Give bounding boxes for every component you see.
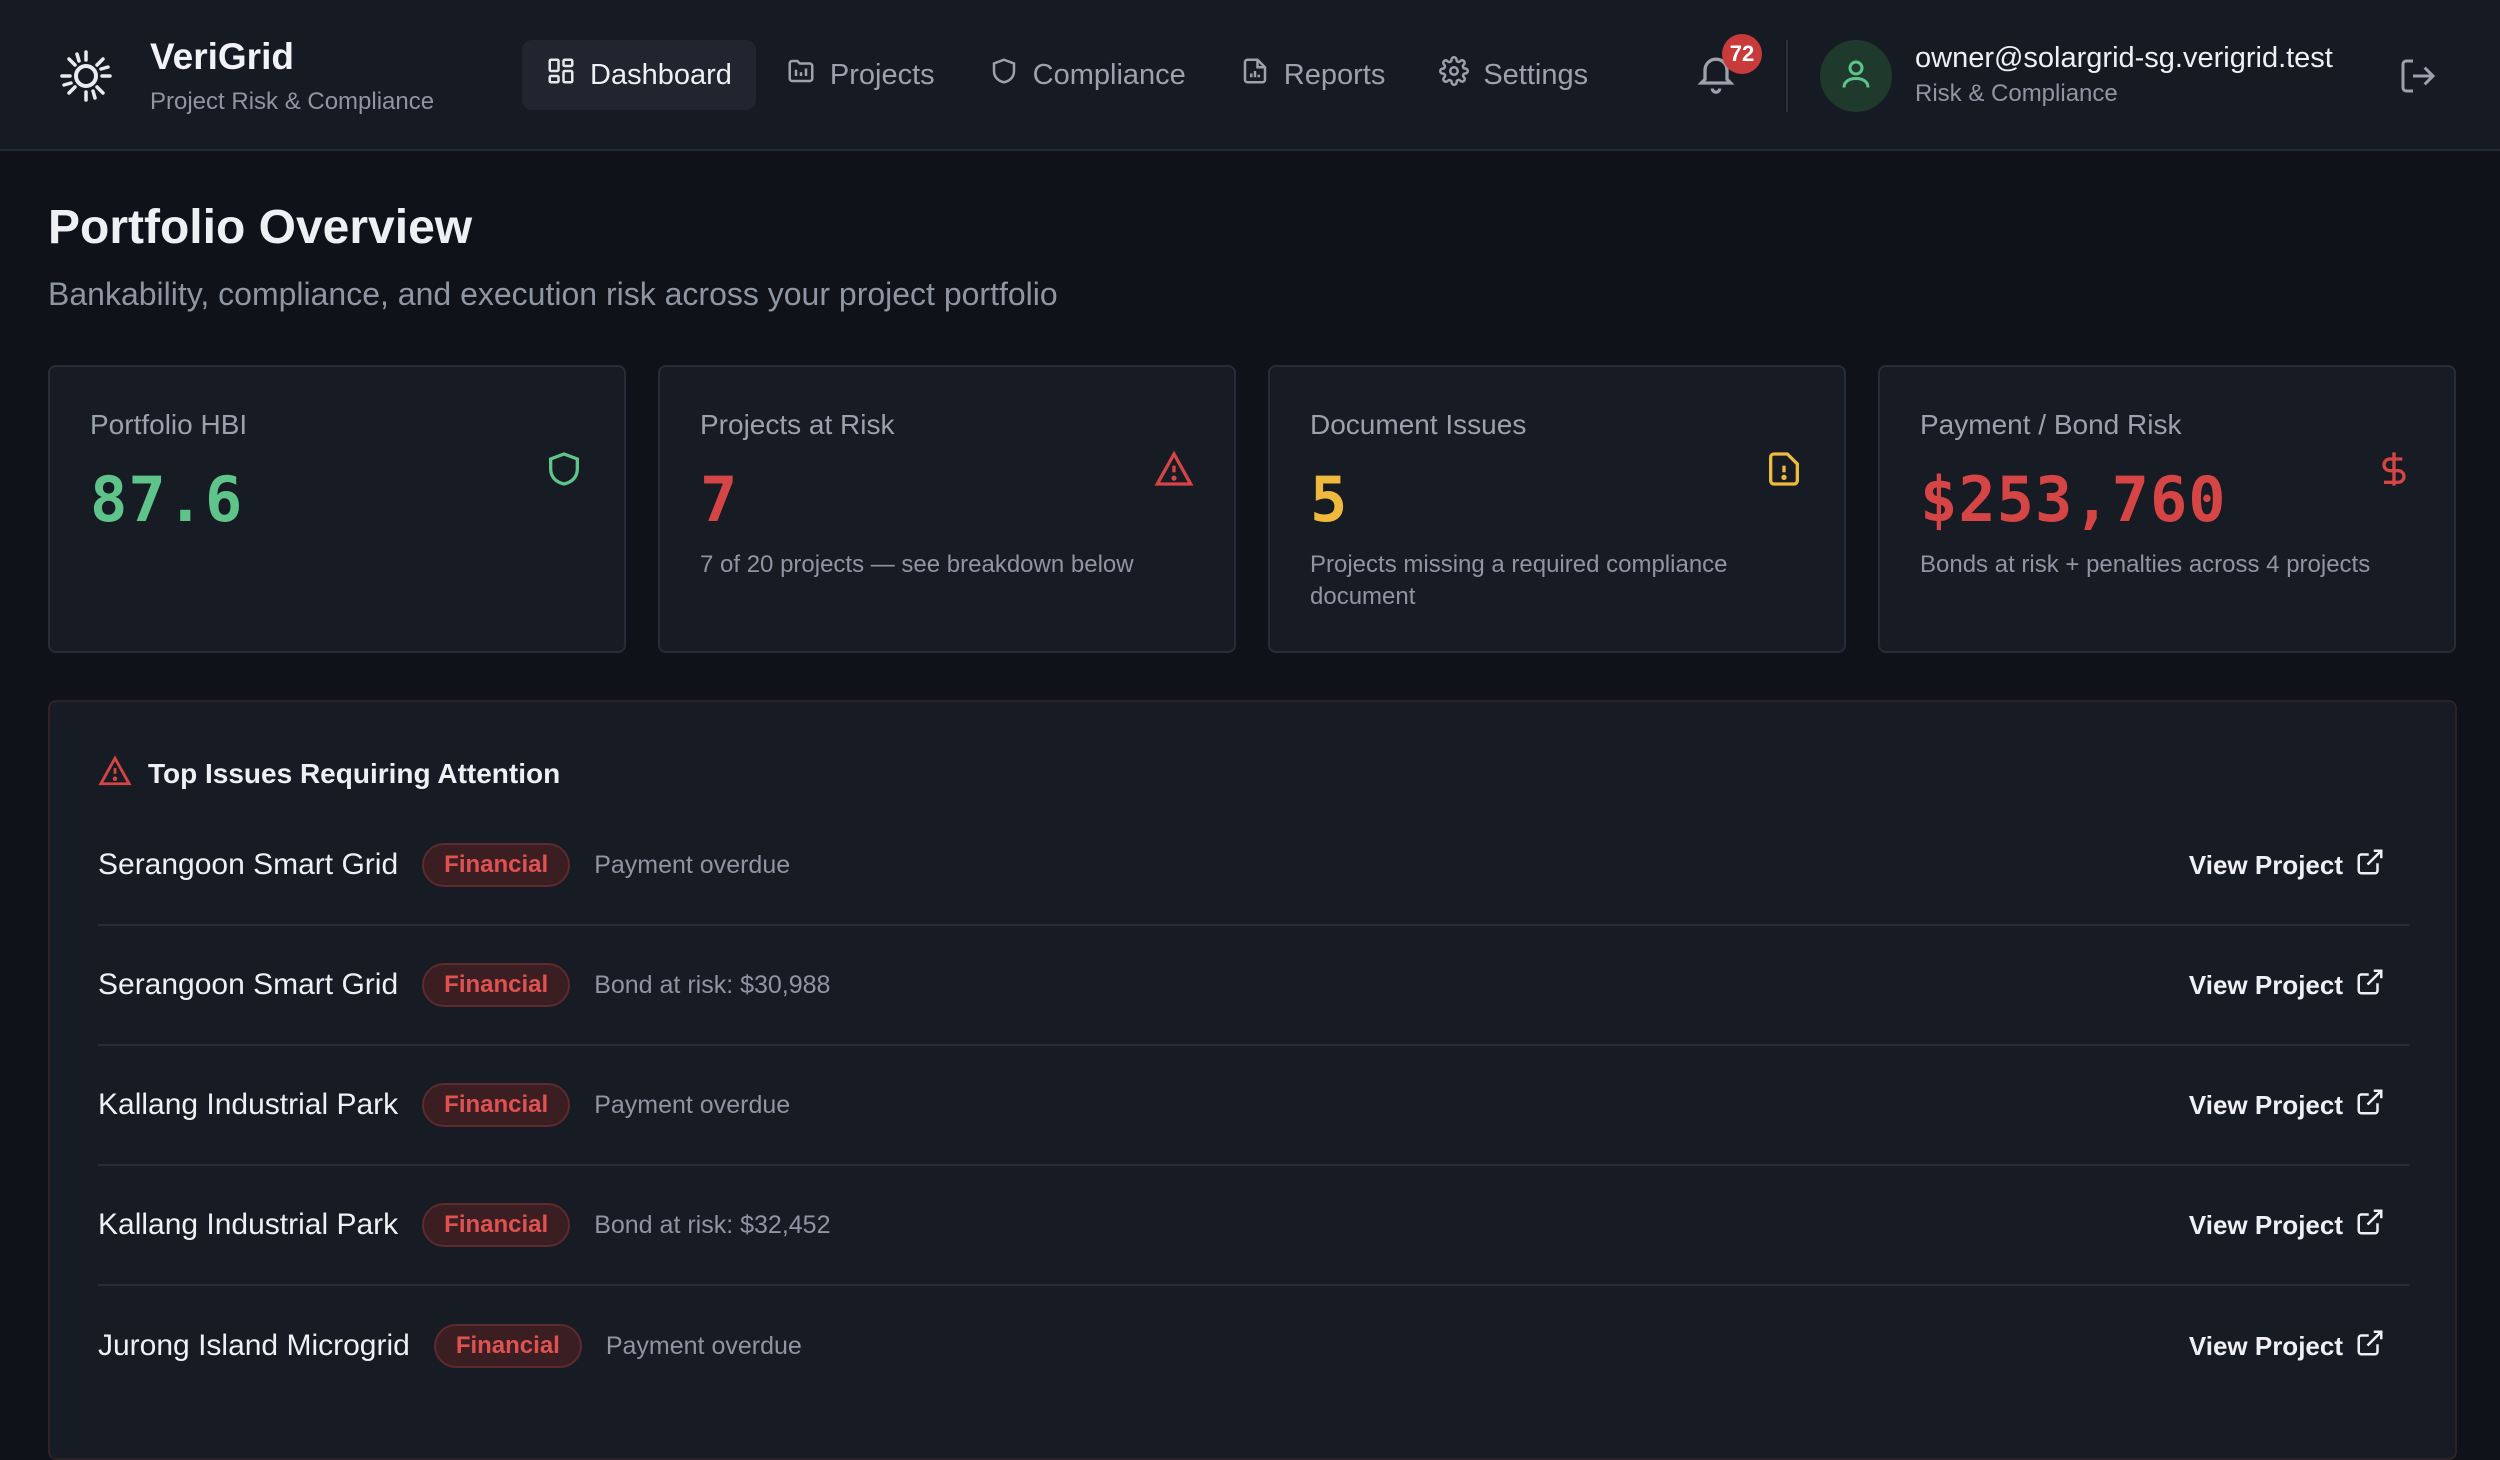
page-title: Portfolio Overview <box>48 201 473 254</box>
file-alert-icon <box>1764 449 1804 489</box>
card-note: Bonds at risk + penalties across 4 proje… <box>1920 551 2371 578</box>
issue-project-name: Serangoon Smart Grid <box>98 848 399 881</box>
main-nav: Dashboard Projects Compliance Reports Se… <box>522 40 1612 110</box>
file-chart-icon <box>1240 56 1270 94</box>
issue-row: Kallang Industrial Park Financial Payment … <box>98 1046 2409 1166</box>
notification-count-badge: 72 <box>1722 34 1762 74</box>
issues-title: Top Issues Requiring Attention <box>148 757 561 789</box>
warning-triangle-icon <box>98 754 132 793</box>
issue-row: Serangoon Smart Grid Financial Bond at ris… <box>98 926 2409 1046</box>
notifications-button[interactable]: 72 <box>1694 34 1762 100</box>
issue-description: Payment overdue <box>594 1090 791 1119</box>
dollar-icon <box>2374 449 2414 489</box>
card-portfolio-hbi: Portfolio HBI 87.6 <box>48 365 626 653</box>
card-note: 7 of 20 projects — see breakdown below <box>700 551 1134 578</box>
issues-header: Top Issues Requiring Attention <box>98 754 560 793</box>
view-project-link[interactable]: View Project <box>2189 1207 2385 1244</box>
view-project-label: View Project <box>2188 849 2343 880</box>
nav-settings[interactable]: Settings <box>1415 40 1612 110</box>
shield-icon <box>544 449 584 489</box>
gear-icon <box>1439 56 1470 94</box>
nav-settings-label: Settings <box>1483 58 1589 91</box>
issue-description: Bond at risk: $32,452 <box>594 1210 831 1239</box>
issue-project-name: Kallang Industrial Park <box>98 1208 399 1241</box>
view-project-label: View Project <box>2188 969 2343 1000</box>
issue-row: Jurong Island Microgrid Financial Payment … <box>98 1286 2409 1406</box>
brand-name[interactable]: VeriGrid <box>150 36 294 78</box>
nav-compliance-label: Compliance <box>1032 58 1186 91</box>
issue-row: Kallang Industrial Park Financial Bond at … <box>98 1166 2409 1286</box>
brand-tagline: Project Risk & Compliance <box>150 88 435 115</box>
nav-compliance[interactable]: Compliance <box>965 40 1210 110</box>
issue-description: Payment overdue <box>594 850 791 879</box>
card-label: Projects at Risk <box>700 409 895 440</box>
bell-icon <box>1694 57 1738 98</box>
logout-button[interactable] <box>2398 56 2442 100</box>
card-document-issues: Document Issues 5 Projects missing a req… <box>1268 365 1846 653</box>
issue-category-badge: Financial <box>433 1324 582 1368</box>
sun-logo-icon[interactable] <box>58 48 114 104</box>
avatar[interactable] <box>1820 40 1892 112</box>
issue-category-badge: Financial <box>422 843 571 887</box>
nav-dashboard[interactable]: Dashboard <box>522 40 756 110</box>
shield-icon <box>989 56 1019 94</box>
top-bar: VeriGrid Project Risk & Compliance Dashb… <box>0 0 2500 151</box>
view-project-link[interactable]: View Project <box>2189 847 2385 884</box>
nav-reports[interactable]: Reports <box>1216 40 1410 110</box>
issue-category-badge: Financial <box>422 1083 571 1127</box>
issue-category-badge: Financial <box>422 1203 571 1247</box>
grid-icon <box>546 56 576 94</box>
nav-projects[interactable]: Projects <box>762 40 959 110</box>
page-subtitle: Bankability, compliance, and execution r… <box>48 276 1058 312</box>
card-payment-bond-risk: Payment / Bond Risk $253,760 Bonds at ri… <box>1878 365 2456 653</box>
top-issues-panel: Top Issues Requiring Attention Serangoon… <box>48 700 2457 1460</box>
external-link-icon <box>2355 1207 2385 1244</box>
view-project-label: View Project <box>2188 1089 2343 1120</box>
card-value: 87.6 <box>90 463 244 536</box>
issue-category-badge: Financial <box>422 963 571 1007</box>
view-project-link[interactable]: View Project <box>2189 1328 2385 1365</box>
issue-project-name: Serangoon Smart Grid <box>98 968 399 1001</box>
view-project-label: View Project <box>2188 1330 2343 1361</box>
external-link-icon <box>2355 967 2385 1004</box>
nav-projects-label: Projects <box>829 58 935 91</box>
nav-reports-label: Reports <box>1283 58 1386 91</box>
view-project-link[interactable]: View Project <box>2189 1087 2385 1124</box>
nav-dashboard-label: Dashboard <box>590 58 732 91</box>
issue-project-name: Kallang Industrial Park <box>98 1088 399 1121</box>
logout-icon <box>2398 59 2438 100</box>
folder-chart-icon <box>786 56 816 94</box>
card-projects-at-risk: Projects at Risk 7 7 of 20 projects — se… <box>658 365 1236 653</box>
issue-description: Bond at risk: $30,988 <box>594 970 831 999</box>
external-link-icon <box>2355 1087 2385 1124</box>
card-label: Portfolio HBI <box>90 409 248 440</box>
card-label: Payment / Bond Risk <box>1920 409 2182 440</box>
view-project-label: View Project <box>2188 1209 2343 1240</box>
card-value: 7 <box>700 463 739 536</box>
user-role: Risk & Compliance <box>1915 80 2118 107</box>
card-value: $253,760 <box>1920 463 2227 536</box>
card-label: Document Issues <box>1310 409 1527 440</box>
issue-project-name: Jurong Island Microgrid <box>98 1329 410 1362</box>
issue-row: Serangoon Smart Grid Financial Payment ove… <box>98 806 2409 926</box>
issue-description: Payment overdue <box>605 1331 802 1360</box>
user-icon <box>1838 56 1874 97</box>
user-email: owner@solargrid-sg.verigrid.test <box>1915 42 2333 74</box>
external-link-icon <box>2355 1328 2385 1365</box>
card-value: 5 <box>1310 463 1349 536</box>
external-link-icon <box>2355 847 2385 884</box>
card-note: Projects missing a required compliance d… <box>1310 551 1728 610</box>
header-divider <box>1786 40 1788 112</box>
view-project-link[interactable]: View Project <box>2189 967 2385 1004</box>
warning-triangle-icon <box>1154 449 1194 489</box>
